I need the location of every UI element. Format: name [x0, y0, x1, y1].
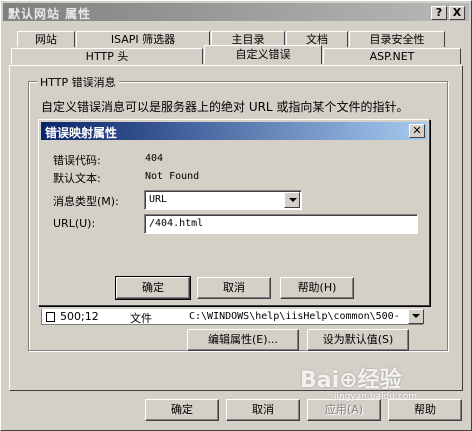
- message-type-label: 消息类型(M):: [53, 195, 119, 208]
- help-title-button[interactable]: ?: [431, 6, 447, 20]
- arrow-down-icon: [412, 314, 420, 318]
- dialog-title-bar[interactable]: 错误映射属性 ✕: [41, 122, 427, 140]
- tab-directory-security[interactable]: 目录安全性: [349, 31, 445, 47]
- group-title: HTTP 错误消息: [37, 74, 119, 90]
- error-code-cell: 500;12: [60, 310, 99, 323]
- watermark-logo: Bai⊕经验: [300, 368, 402, 393]
- dialog-title: 错误映射属性: [45, 126, 118, 140]
- document-icon: [46, 312, 55, 322]
- url-label: URL(U):: [53, 217, 96, 230]
- dialog-help-button[interactable]: 帮助(H): [280, 277, 354, 299]
- scroll-down-button[interactable]: [408, 309, 424, 324]
- message-type-value: URL: [149, 194, 168, 205]
- url-input[interactable]: /404.html: [144, 214, 418, 234]
- close-icon[interactable]: ✕: [409, 124, 425, 138]
- tab-isapi-filters[interactable]: ISAPI 筛选器: [76, 31, 210, 47]
- cancel-button[interactable]: 取消: [226, 399, 300, 421]
- content-cell: C:\WINDOWS\help\iisHelp\common\500-: [189, 311, 400, 322]
- tab-custom-errors[interactable]: 自定义错误: [204, 45, 322, 64]
- chevron-down-icon[interactable]: [284, 192, 300, 208]
- watermark-url: jingyan.baidu.com: [334, 392, 418, 402]
- baidu-watermark: Bai⊕经验 jingyan.baidu.com: [300, 362, 417, 402]
- window-title: 默认网站 属性: [8, 7, 92, 21]
- dialog-ok-button[interactable]: 确定: [115, 276, 191, 300]
- edit-properties-button[interactable]: 编辑属性(E)...: [187, 329, 299, 351]
- tab-asp-net[interactable]: ASP.NET: [323, 48, 461, 64]
- tab-http-headers[interactable]: HTTP 头: [11, 48, 203, 64]
- message-type-select[interactable]: URL: [144, 190, 302, 210]
- group-description: 自定义错误消息可以是服务器上的绝对 URL 或指向某个文件的指针。: [41, 100, 409, 114]
- close-title-button[interactable]: X: [449, 6, 465, 20]
- table-row[interactable]: 500;12 文件 C:\WINDOWS\help\iisHelp\common…: [41, 309, 424, 325]
- ok-button[interactable]: 确定: [145, 399, 219, 421]
- error-code-label: 错误代码:: [53, 154, 101, 167]
- tab-website[interactable]: 网站: [17, 31, 75, 47]
- error-code-value: 404: [145, 153, 164, 164]
- title-bar[interactable]: 默认网站 属性 ? X: [3, 3, 469, 21]
- error-mapping-dialog: 错误映射属性 ✕ 错误代码: 404 默认文本: Not Found 消息类型(…: [38, 119, 430, 306]
- set-default-button[interactable]: 设为默认值(S): [307, 329, 409, 351]
- type-cell: 文件: [130, 312, 152, 325]
- help-button[interactable]: 帮助: [388, 399, 462, 421]
- default-text-value: Not Found: [145, 171, 200, 182]
- default-text-label: 默认文本:: [53, 172, 101, 185]
- dialog-cancel-button[interactable]: 取消: [197, 277, 271, 299]
- apply-button[interactable]: 应用(A): [307, 399, 381, 421]
